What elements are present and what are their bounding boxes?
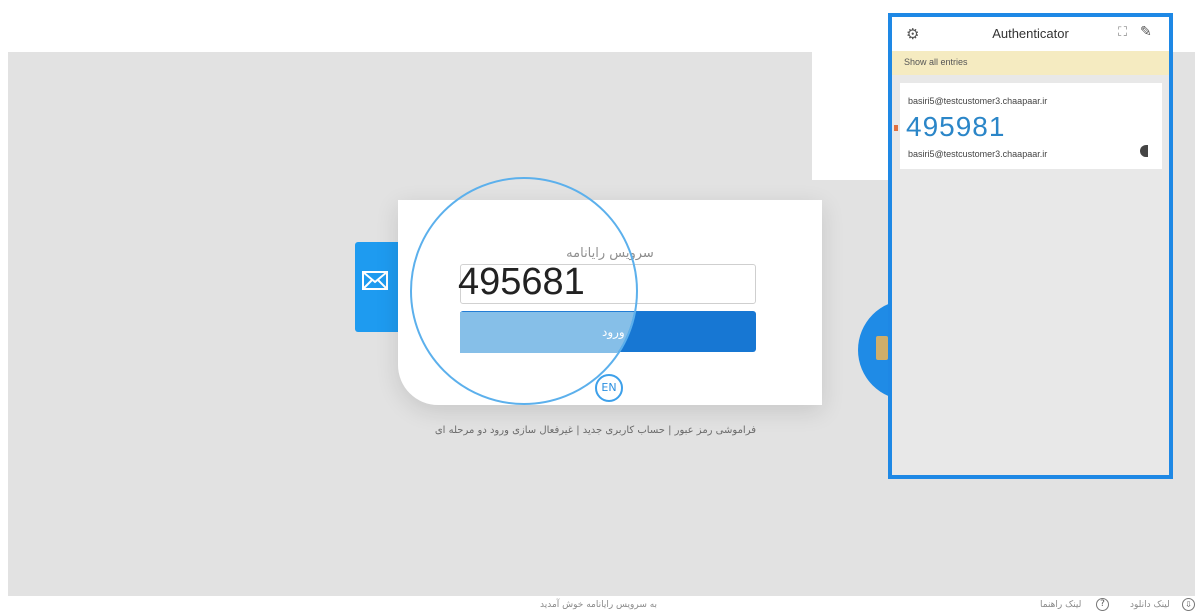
- mail-side-tab[interactable]: [355, 242, 399, 332]
- footer-help-link[interactable]: لینک راهنما: [1040, 600, 1081, 610]
- circle-nub: [876, 336, 888, 360]
- magnified-login-label: ورود: [602, 325, 625, 339]
- magnifier-overlay: ورود 495681: [410, 177, 638, 405]
- magnified-code-value: 495681: [458, 261, 585, 303]
- authenticator-header: ⚙ Authenticator ⛶ ✎: [892, 17, 1169, 51]
- authenticator-entry[interactable]: basiri5@testcustomer3.chaapaar.ir 495981…: [900, 83, 1162, 169]
- help-icon[interactable]: ?: [1096, 598, 1109, 611]
- entry-account: basiri5@testcustomer3.chaapaar.ir: [908, 149, 1048, 159]
- login-links[interactable]: فراموشی رمز عبور | حساب کاربری جدید | غی…: [400, 425, 756, 436]
- footer-welcome: به سرویس رایانامه خوش آمدید: [540, 600, 658, 610]
- entry-issuer: basiri5@testcustomer3.chaapaar.ir: [908, 96, 1048, 106]
- background-gap: [812, 52, 892, 180]
- envelope-icon: [362, 271, 388, 290]
- qr-scan-icon[interactable]: ⛶: [1118, 25, 1127, 40]
- pencil-icon[interactable]: ✎: [1140, 24, 1152, 40]
- authenticator-popup: ⚙ Authenticator ⛶ ✎ Show all entries bas…: [888, 13, 1173, 479]
- timer-icon: [1140, 145, 1148, 157]
- language-toggle-button[interactable]: EN: [595, 374, 623, 402]
- entry-marker: [894, 125, 898, 131]
- show-all-entries-banner[interactable]: Show all entries: [892, 51, 1169, 75]
- download-icon[interactable]: ⇩: [1182, 598, 1195, 611]
- show-all-entries-label: Show all entries: [904, 57, 968, 67]
- authenticator-title: Authenticator: [992, 26, 1069, 41]
- entry-code[interactable]: 495981: [906, 111, 1005, 143]
- footer-download-link[interactable]: لینک دانلود: [1130, 600, 1170, 610]
